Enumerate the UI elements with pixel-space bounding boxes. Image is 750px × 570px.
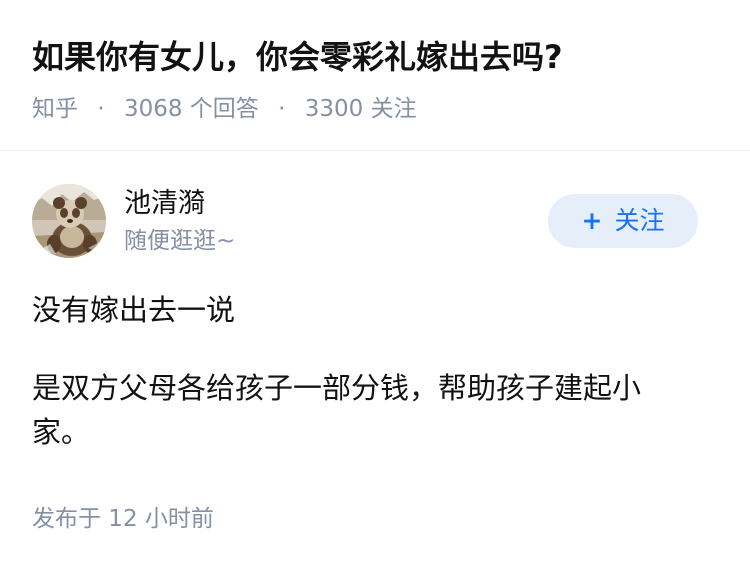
answer-content: 没有嫁出去一说 是双方父母各给孩子一部分钱，帮助孩子建起小家。 xyxy=(32,288,682,488)
author-name[interactable]: 池清漪 xyxy=(124,185,205,223)
answer-paragraph: 是双方父母各给孩子一部分钱，帮助孩子建起小家。 xyxy=(32,371,642,449)
plus-icon: + xyxy=(581,206,603,235)
author-card: 池清漪 随便逛逛~ + 关注 xyxy=(32,184,718,260)
follow-label: 关注 xyxy=(614,206,665,235)
meta-separator: · xyxy=(97,96,105,122)
avatar[interactable] xyxy=(32,184,106,258)
author-bio: 随便逛逛~ xyxy=(124,228,236,254)
question-title[interactable]: 如果你有女儿，你会零彩礼嫁出去吗? xyxy=(32,34,563,80)
answer-paragraph: 没有嫁出去一说 xyxy=(32,293,236,327)
follower-count: 3300 关注 xyxy=(304,96,417,122)
meta-separator: · xyxy=(278,96,286,122)
answer-count[interactable]: 3068 个回答 xyxy=(124,96,259,122)
question-header: 如果你有女儿，你会零彩礼嫁出去吗? 知乎 · 3068 个回答 · 3300 关… xyxy=(0,0,750,151)
follow-button[interactable]: + 关注 xyxy=(548,194,698,248)
source-label[interactable]: 知乎 xyxy=(32,96,78,122)
publish-time: 发布于 12 小时前 xyxy=(32,506,214,532)
panda-avatar-image xyxy=(32,184,106,258)
question-meta: 知乎 · 3068 个回答 · 3300 关注 xyxy=(32,92,417,126)
